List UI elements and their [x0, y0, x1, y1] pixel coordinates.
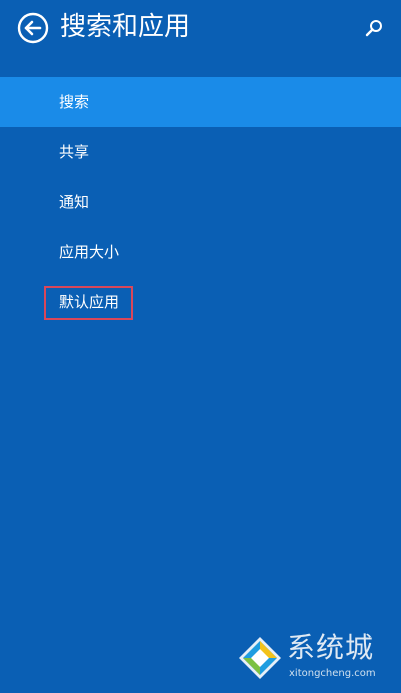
nav-item-label: 默认应用 — [59, 293, 120, 311]
back-button[interactable] — [17, 12, 49, 44]
page-title: 搜索和应用 — [60, 12, 191, 42]
settings-nav: 搜索 共享 通知 应用大小 默认应用 — [0, 77, 401, 327]
watermark-name: 系统城 — [287, 631, 375, 664]
diamond-logo-icon — [239, 637, 281, 679]
nav-item-label: 应用大小 — [59, 243, 120, 261]
watermark: 系统城 xitongcheng.com — [237, 629, 397, 689]
nav-item-default-apps[interactable]: 默认应用 — [0, 277, 401, 327]
search-icon — [365, 20, 382, 37]
nav-item-label: 共享 — [59, 143, 90, 161]
nav-item-share[interactable]: 共享 — [0, 127, 401, 177]
nav-item-app-sizes[interactable]: 应用大小 — [0, 227, 401, 277]
nav-item-label: 通知 — [59, 193, 90, 211]
nav-item-search[interactable]: 搜索 — [0, 77, 401, 127]
back-arrow-circle-icon — [17, 12, 49, 44]
nav-item-notifications[interactable]: 通知 — [0, 177, 401, 227]
search-button[interactable] — [363, 17, 385, 39]
header: 搜索和应用 — [0, 0, 401, 60]
settings-page: 搜索和应用 搜索 共享 通知 应用大小 默认应用 系统城 xitongcheng… — [0, 0, 401, 693]
nav-item-label: 搜索 — [59, 93, 90, 111]
watermark-url: xitongcheng.com — [289, 668, 376, 679]
